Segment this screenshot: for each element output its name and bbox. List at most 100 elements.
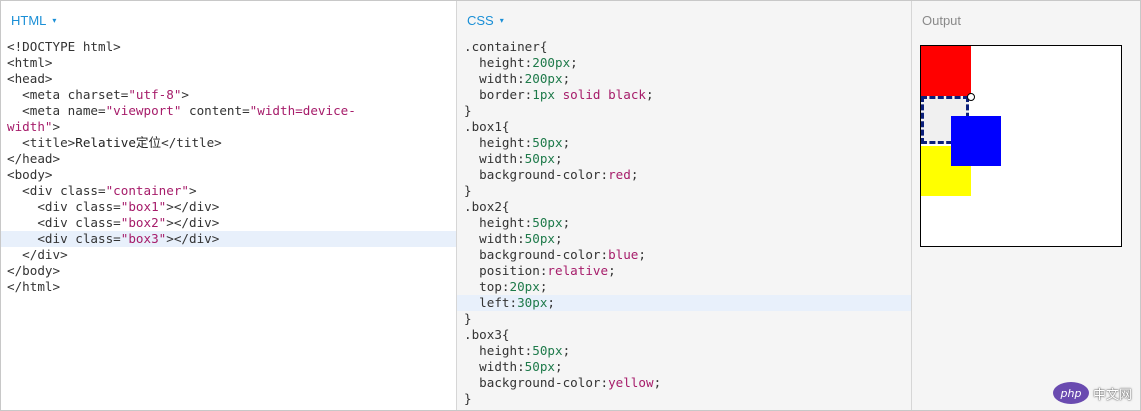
html-pane-title[interactable]: HTML	[11, 13, 46, 28]
code-line[interactable]: <meta charset="utf-8">	[1, 87, 456, 103]
code-token: Relative定位	[75, 135, 162, 150]
code-line[interactable]: <div class="box3"></div>	[1, 231, 456, 247]
code-line[interactable]: width:200px;	[457, 71, 911, 87]
code-line[interactable]: <body>	[1, 167, 456, 183]
watermark: php 中文网	[1052, 382, 1132, 404]
code-token: >	[188, 183, 197, 198]
code-token: ;	[638, 247, 646, 262]
css-pane-header[interactable]: CSS ▾	[457, 1, 911, 39]
code-token: ;	[555, 151, 563, 166]
code-token: "box2"	[120, 215, 167, 230]
code-token: >	[52, 119, 61, 134]
code-line[interactable]: width:50px;	[457, 151, 911, 167]
code-token: }	[464, 391, 472, 406]
code-line[interactable]: <head>	[1, 71, 456, 87]
code-line[interactable]: <div class="box2"></div>	[1, 215, 456, 231]
code-token: ;	[539, 279, 548, 294]
html-pane-header[interactable]: HTML ▾	[1, 1, 456, 39]
chevron-down-icon[interactable]: ▾	[52, 16, 56, 25]
code-line[interactable]: position:relative;	[457, 263, 911, 279]
code-token: ;	[653, 375, 662, 390]
code-line[interactable]: }	[457, 103, 911, 119]
code-line[interactable]: .box1{	[457, 119, 911, 135]
code-line[interactable]: left:30px;	[457, 295, 911, 311]
code-line[interactable]: width">	[1, 119, 456, 135]
code-line[interactable]: height:50px;	[457, 135, 911, 151]
code-line[interactable]: .box3{	[457, 327, 911, 343]
code-line[interactable]: width:50px;	[457, 359, 911, 375]
code-line[interactable]: <div class="container">	[1, 183, 456, 199]
code-line[interactable]: background-color:blue;	[457, 247, 911, 263]
code-line[interactable]: .box2{	[457, 199, 911, 215]
html-pane: HTML ▾ <!DOCTYPE html> <html> <head> <meta…	[1, 1, 457, 410]
code-line[interactable]: </head>	[1, 151, 456, 167]
code-line[interactable]: height:50px;	[457, 215, 911, 231]
code-token: </head>	[7, 151, 61, 166]
code-token: height:	[464, 55, 533, 70]
code-line[interactable]: <html>	[1, 55, 456, 71]
code-token: "width=device-	[249, 103, 356, 118]
code-token: charset=	[67, 87, 129, 102]
watermark-text: 中文网	[1092, 387, 1132, 403]
code-line[interactable]: background-color:yellow;	[457, 375, 911, 391]
code-line[interactable]: height:200px;	[457, 55, 911, 71]
code-token: class=	[75, 215, 121, 230]
code-token: </title>	[161, 135, 222, 150]
code-line[interactable]: <title>Relative定位</title>	[1, 135, 456, 151]
css-code-editor[interactable]: .container{ height:200px; width:200px; b…	[457, 39, 911, 407]
code-token: "utf-8"	[128, 87, 182, 102]
code-token: width"	[7, 119, 53, 134]
code-token: <div	[7, 199, 76, 214]
outline-handle-icon[interactable]	[967, 93, 975, 101]
code-line[interactable]: <!DOCTYPE html>	[1, 39, 456, 55]
code-token: <meta	[7, 87, 68, 102]
code-token: 50px	[532, 343, 563, 358]
output-pane-header: Output	[912, 1, 1140, 39]
code-line[interactable]: height:50px;	[457, 343, 911, 359]
css-pane: CSS ▾ .container{ height:200px; width:20…	[457, 1, 912, 410]
code-token: ></div>	[166, 215, 220, 230]
code-token: content=	[181, 103, 250, 118]
code-line[interactable]: </div>	[1, 247, 456, 263]
code-token: "viewport"	[105, 103, 182, 118]
code-line[interactable]: .container{	[457, 39, 911, 55]
output-container-box	[920, 45, 1122, 247]
css-pane-title[interactable]: CSS	[467, 13, 494, 28]
code-token: .container{	[464, 39, 548, 54]
code-token: <div	[7, 183, 61, 198]
code-line[interactable]: }	[457, 183, 911, 199]
chevron-down-icon[interactable]: ▾	[500, 16, 504, 25]
code-line[interactable]: border:1px solid black;	[457, 87, 911, 103]
code-line[interactable]: background-color:red;	[457, 167, 911, 183]
code-token: position:	[464, 263, 548, 278]
code-line[interactable]: top:20px;	[457, 279, 911, 295]
code-line[interactable]: }	[457, 311, 911, 327]
code-token: relative	[547, 263, 609, 278]
code-token: <body>	[7, 167, 53, 182]
code-token: class=	[60, 183, 106, 198]
code-token: <head>	[7, 71, 53, 86]
code-line[interactable]: }	[457, 391, 911, 407]
html-code-editor[interactable]: <!DOCTYPE html> <html> <head> <meta charse…	[1, 39, 456, 295]
code-token: <html>	[7, 55, 53, 70]
output-box2-blue	[951, 116, 1001, 166]
code-line[interactable]: <meta name="viewport" content="width=dev…	[1, 103, 456, 119]
code-token: ;	[562, 71, 571, 86]
code-token: height:	[464, 343, 533, 358]
code-token: width:	[464, 71, 525, 86]
output-box1-red	[921, 46, 971, 96]
code-token: name=	[67, 103, 106, 118]
code-token: ;	[562, 215, 571, 230]
code-line[interactable]: width:50px;	[457, 231, 911, 247]
code-token: height:	[464, 135, 533, 150]
code-line[interactable]: <div class="box1"></div>	[1, 199, 456, 215]
code-token: yellow	[608, 375, 654, 390]
code-token: }	[464, 103, 472, 118]
code-token: ;	[570, 55, 578, 70]
output-pane: Output php 中文网	[912, 1, 1140, 410]
code-line[interactable]: </html>	[1, 279, 456, 295]
code-token: }	[464, 183, 472, 198]
code-token: ;	[562, 343, 571, 358]
code-line[interactable]: </body>	[1, 263, 456, 279]
code-token: "box3"	[120, 231, 167, 246]
